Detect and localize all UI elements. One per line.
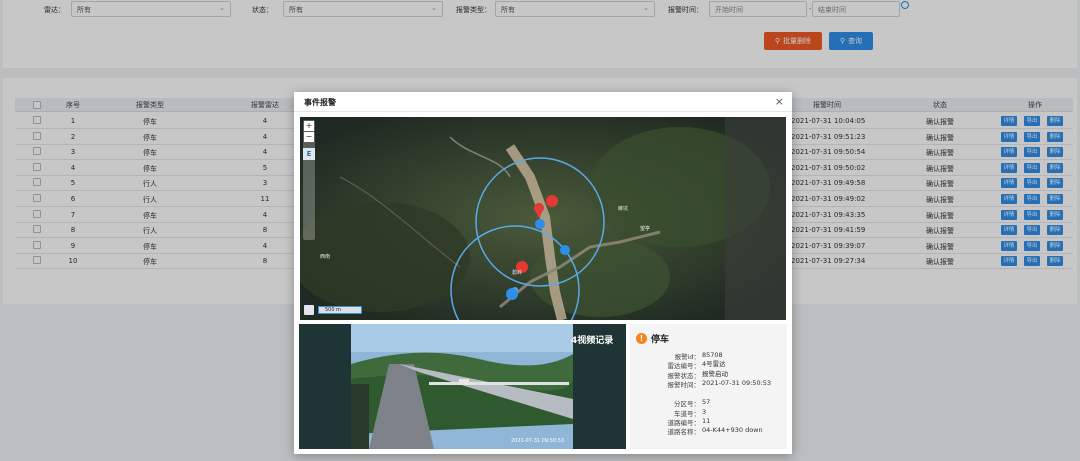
map-place-label: 西南 bbox=[320, 254, 331, 260]
map-place-label: 麻坑 bbox=[618, 206, 629, 212]
info-field-value: 4号雷达 bbox=[702, 360, 726, 369]
dialog-divider bbox=[294, 111, 792, 112]
info-field-value: 57 bbox=[702, 398, 711, 407]
video-player[interactable]: 4视频记录 2021-07-31 09:50:53 bbox=[299, 324, 626, 449]
info-field-value: 85708 bbox=[702, 351, 723, 359]
info-field-label: 道路名称： bbox=[667, 428, 701, 437]
alarm-info-panel: ! 停车 报警id： 85708 雷达编号： 4号雷达 报警状态： 报警启动 报警时间： 20… bbox=[630, 324, 787, 449]
radar-marker[interactable] bbox=[560, 245, 570, 255]
radar-marker[interactable] bbox=[535, 219, 545, 229]
dialog-title: 事件报警 bbox=[304, 98, 336, 107]
alarm-marker[interactable] bbox=[546, 195, 558, 207]
radar-marker[interactable] bbox=[506, 288, 518, 300]
close-icon[interactable]: × bbox=[775, 95, 784, 108]
map-place-label: 望亭 bbox=[640, 226, 651, 232]
alarm-info-title: ! 停车 bbox=[636, 332, 669, 345]
compass-icon[interactable] bbox=[304, 305, 314, 315]
video-timestamp: 2021-07-31 09:50:53 bbox=[511, 438, 565, 444]
alarm-info-type: 停车 bbox=[651, 335, 670, 345]
info-field-value: 04-K44+930 down bbox=[702, 426, 763, 435]
info-field-value: 3 bbox=[702, 407, 707, 416]
map-view[interactable]: + − E 碧岭 麻坑 西南 望亭 500 m bbox=[300, 117, 786, 320]
map-scale: 500 m bbox=[318, 306, 362, 314]
map-place-label: 碧岭 bbox=[512, 270, 523, 276]
layer-toggle-button[interactable]: E bbox=[303, 148, 315, 160]
info-field-value: 11 bbox=[702, 417, 711, 425]
event-alarm-dialog: 事件报警 × + − E 碧岭 麻坑 西南 望亭 500 m 4视频记录 202… bbox=[294, 92, 792, 454]
info-field-value: 2021-07-31 09:50:53 bbox=[702, 379, 772, 388]
video-record-label: 4视频记录 bbox=[571, 336, 614, 346]
info-field-label: 报警时间： bbox=[667, 381, 701, 390]
info-field-value: 报警启动 bbox=[702, 369, 728, 378]
zoom-out-button[interactable]: − bbox=[304, 132, 314, 142]
warning-icon: ! bbox=[636, 333, 647, 344]
zoom-in-button[interactable]: + bbox=[304, 121, 314, 131]
satellite-map bbox=[300, 117, 786, 320]
